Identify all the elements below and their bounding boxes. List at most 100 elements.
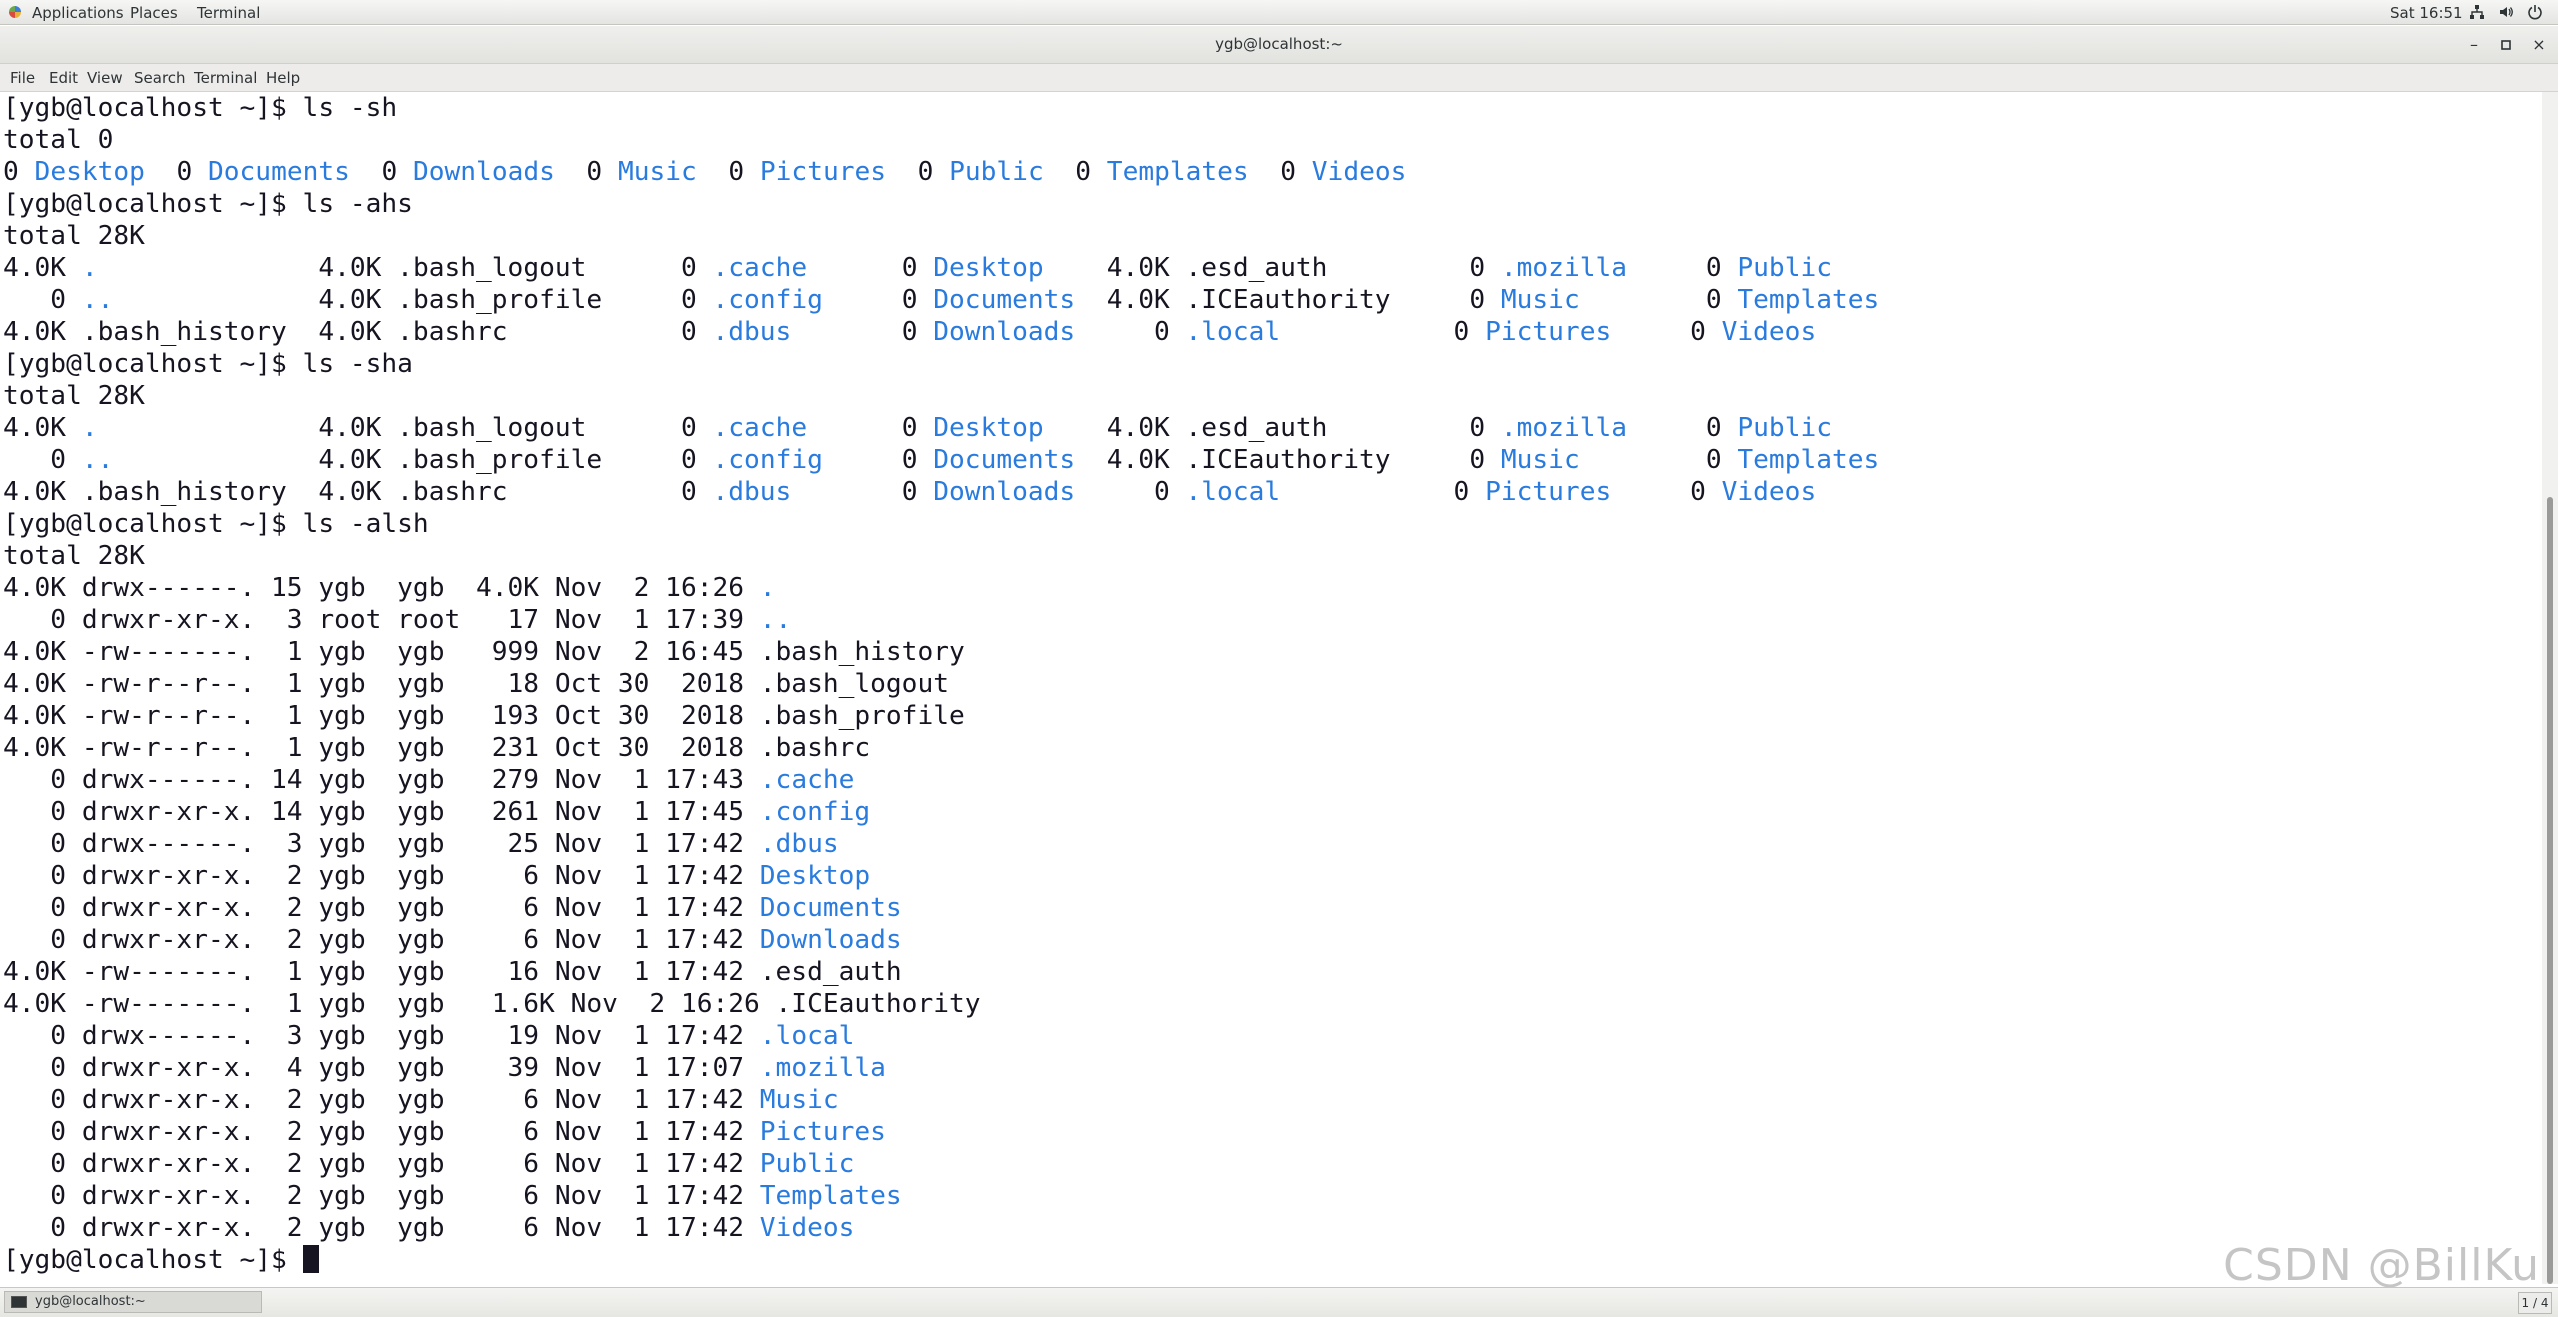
- terminal-text: 4.0K -rw-------. 1 ygb ygb 1.6K Nov 2 16…: [3, 989, 981, 1019]
- directory-name: Public: [949, 157, 1044, 187]
- menu-help[interactable]: Help: [266, 69, 300, 87]
- terminal-icon: [11, 1296, 27, 1308]
- directory-name: Documents: [208, 157, 350, 187]
- terminal-text: 0 drwx------. 14 ygb ygb 279 Nov 1 17:43: [3, 765, 760, 795]
- directory-name: .: [81, 253, 98, 283]
- terminal-text: 4.0K -rw-------. 1 ygb ygb 16 Nov 1 17:4…: [3, 957, 902, 987]
- volume-icon[interactable]: [2497, 4, 2515, 22]
- terminal-text: 0: [1611, 477, 1722, 507]
- menu-view[interactable]: View: [87, 69, 123, 87]
- workspace-indicator[interactable]: 1 / 4: [2518, 1292, 2552, 1314]
- terminal-line: [ygb@localhost ~]$: [3, 1244, 2542, 1276]
- applications-menu[interactable]: Applications: [32, 3, 124, 23]
- directory-name: ..: [81, 285, 114, 315]
- terminal-line: 0 drwx------. 3 ygb ygb 25 Nov 1 17:42 .…: [3, 828, 2542, 860]
- terminal-line: [ygb@localhost ~]$ ls -sh: [3, 92, 2542, 124]
- terminal-text: 4.0K drwx------. 15 ygb ygb 4.0K Nov 2 1…: [3, 573, 760, 603]
- terminal-line: [ygb@localhost ~]$ ls -sha: [3, 348, 2542, 380]
- directory-name: Pictures: [759, 1117, 886, 1147]
- terminal-text: 0 drwxr-xr-x. 2 ygb ygb 6 Nov 1 17:42: [3, 925, 760, 955]
- terminal-text: 0: [791, 317, 934, 347]
- directory-name: .: [759, 573, 776, 603]
- terminal-line: 0 drwxr-xr-x. 2 ygb ygb 6 Nov 1 17:42 Pu…: [3, 1148, 2542, 1180]
- terminal-text: 0: [1280, 317, 1486, 347]
- terminal-scrollbar[interactable]: [2542, 92, 2558, 1284]
- terminal-text: [ygb@localhost ~]$ ls -sha: [3, 349, 413, 379]
- clock[interactable]: Sat 16:51: [2390, 3, 2463, 23]
- terminal-text: 0: [807, 253, 934, 283]
- directory-name: .cache: [759, 765, 855, 795]
- directory-name: .mozilla: [1500, 253, 1628, 283]
- scrollbar-thumb[interactable]: [2547, 497, 2553, 1284]
- menu-search[interactable]: Search: [134, 69, 186, 87]
- terminal-text: 0 drwxr-xr-x. 2 ygb ygb 6 Nov 1 17:42: [3, 1181, 760, 1211]
- directory-name: Templates: [1737, 445, 1880, 475]
- maximize-button[interactable]: [2494, 33, 2518, 57]
- terminal-line: 0 drwxr-xr-x. 2 ygb ygb 6 Nov 1 17:42 Vi…: [3, 1212, 2542, 1244]
- close-button[interactable]: ×: [2527, 33, 2551, 57]
- terminal-text: 4.0K -rw-r--r--. 1 ygb ygb 231 Oct 30 20…: [3, 733, 871, 763]
- terminal-line: 4.0K drwx------. 15 ygb ygb 4.0K Nov 2 1…: [3, 572, 2542, 604]
- directory-name: Documents: [759, 893, 902, 923]
- terminal-line: 0 drwxr-xr-x. 4 ygb ygb 39 Nov 1 17:07 .…: [3, 1052, 2542, 1084]
- terminal-text: 0 drwxr-xr-x. 2 ygb ygb 6 Nov 1 17:42: [3, 1117, 760, 1147]
- power-icon[interactable]: [2526, 4, 2544, 22]
- terminal-text: 0: [696, 157, 760, 187]
- taskbar-window-button[interactable]: ygb@localhost:~: [4, 1291, 262, 1313]
- menu-terminal[interactable]: Terminal: [194, 69, 257, 87]
- terminal-text: 0 drwxr-xr-x. 4 ygb ygb 39 Nov 1 17:07: [3, 1053, 760, 1083]
- terminal-line: 0 drwxr-xr-x. 3 root root 17 Nov 1 17:39…: [3, 604, 2542, 636]
- terminal-line: 4.0K . 4.0K .bash_logout 0 .cache 0 Desk…: [3, 412, 2542, 444]
- terminal-cursor: [302, 1245, 319, 1273]
- terminal-text: total 28K: [3, 541, 145, 571]
- terminal-text: [ygb@localhost ~]$ ls -sh: [3, 93, 398, 123]
- terminal-text: 0 drwxr-xr-x. 2 ygb ygb 6 Nov 1 17:42: [3, 1085, 760, 1115]
- directory-name: Documents: [933, 285, 1076, 315]
- directory-name: Public: [759, 1149, 855, 1179]
- terminal-line: 0 drwxr-xr-x. 2 ygb ygb 6 Nov 1 17:42 Do…: [3, 924, 2542, 956]
- terminal-text: 4.0K .bash_history 4.0K .bashrc 0: [3, 477, 713, 507]
- directory-name: .config: [712, 445, 823, 475]
- terminal-line: 4.0K -rw-r--r--. 1 ygb ygb 231 Oct 30 20…: [3, 732, 2542, 764]
- directory-name: Downloads: [933, 477, 1076, 507]
- terminal-text: 0 drwxr-xr-x. 2 ygb ygb 6 Nov 1 17:42: [3, 1213, 760, 1243]
- directory-name: .dbus: [759, 829, 839, 859]
- applications-icon: [9, 6, 21, 18]
- directory-name: .local: [1185, 317, 1281, 347]
- terminal-line: 4.0K .bash_history 4.0K .bashrc 0 .dbus …: [3, 476, 2542, 508]
- terminal-text: 0: [791, 477, 934, 507]
- directory-name: .: [81, 413, 98, 443]
- directory-name: Desktop: [34, 157, 145, 187]
- terminal-text: 0: [1043, 157, 1107, 187]
- terminal-line: total 28K: [3, 380, 2542, 412]
- taskbar-window-label: ygb@localhost:~: [35, 1294, 146, 1309]
- terminal-line: [ygb@localhost ~]$ ls -alsh: [3, 508, 2542, 540]
- terminal-text: 0 drwxr-xr-x. 2 ygb ygb 6 Nov 1 17:42: [3, 893, 760, 923]
- directory-name: .mozilla: [759, 1053, 886, 1083]
- terminal-line: 0 .. 4.0K .bash_profile 0 .config 0 Docu…: [3, 444, 2542, 476]
- places-menu[interactable]: Places: [130, 3, 178, 23]
- terminal-line: 4.0K -rw-------. 1 ygb ygb 999 Nov 2 16:…: [3, 636, 2542, 668]
- terminal-text: 0: [1280, 477, 1486, 507]
- terminal-line: 4.0K -rw-r--r--. 1 ygb ygb 18 Oct 30 201…: [3, 668, 2542, 700]
- terminal-app-menu[interactable]: Terminal: [197, 3, 260, 23]
- window-titlebar[interactable]: ygb@localhost:~ – ×: [0, 26, 2558, 64]
- terminal-line: 0 drwxr-xr-x. 2 ygb ygb 6 Nov 1 17:42 Te…: [3, 1180, 2542, 1212]
- terminal-text: 0: [3, 285, 82, 315]
- terminal-view[interactable]: [ygb@localhost ~]$ ls -sh total 00 Deskto…: [0, 92, 2542, 1284]
- directory-name: .cache: [712, 413, 808, 443]
- directory-name: .dbus: [712, 477, 792, 507]
- terminal-line: 0 drwxr-xr-x. 2 ygb ygb 6 Nov 1 17:42 De…: [3, 860, 2542, 892]
- menu-edit[interactable]: Edit: [49, 69, 78, 87]
- terminal-text: 0: [3, 445, 82, 475]
- directory-name: Music: [1500, 285, 1580, 315]
- network-icon[interactable]: [2468, 4, 2486, 22]
- minimize-button[interactable]: –: [2462, 33, 2486, 57]
- terminal-text: 4.0K .ICEauthority 0: [1075, 445, 1501, 475]
- terminal-line: 4.0K -rw-------. 1 ygb ygb 16 Nov 1 17:4…: [3, 956, 2542, 988]
- terminal-text: 0: [3, 157, 35, 187]
- terminal-line: 0 drwx------. 14 ygb ygb 279 Nov 1 17:43…: [3, 764, 2542, 796]
- terminal-text: 0: [1248, 157, 1312, 187]
- directory-name: Music: [759, 1085, 839, 1115]
- menu-file[interactable]: File: [10, 69, 35, 87]
